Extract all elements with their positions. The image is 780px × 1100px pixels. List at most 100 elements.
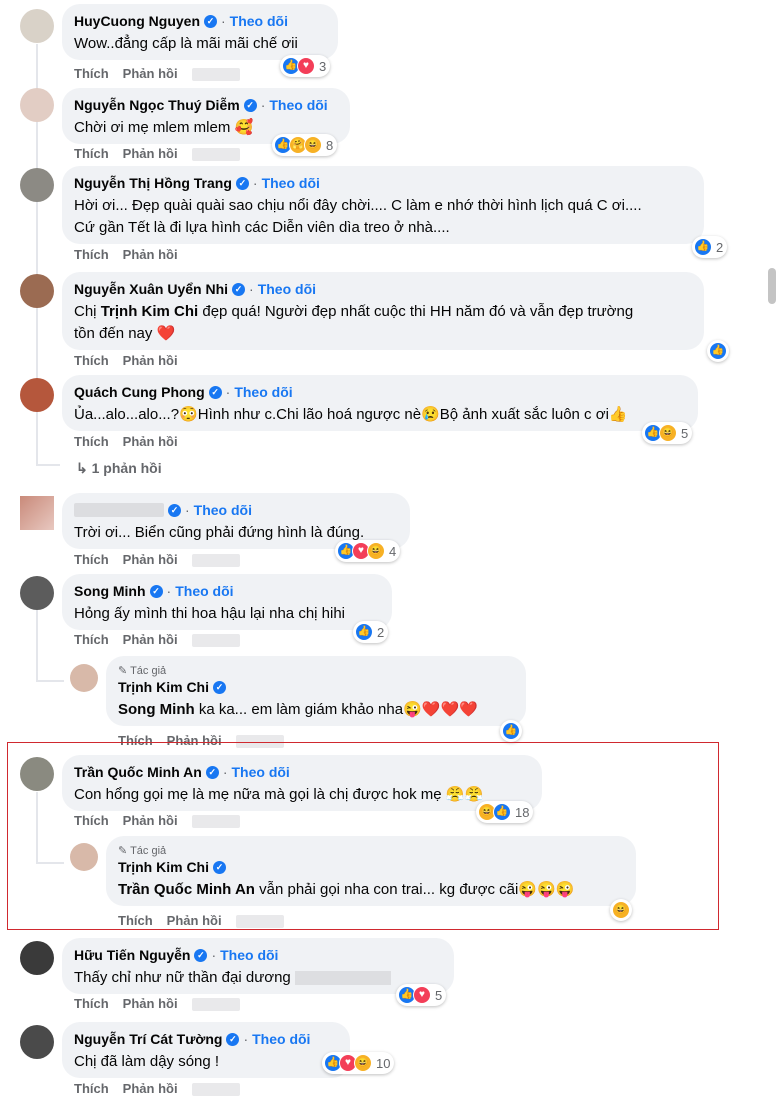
verified-icon: ✓ [208,385,222,399]
commenter-name[interactable]: Nguyễn Ngọc Thuý Diễm [74,96,240,114]
reply-button[interactable]: Phản hồi [123,247,178,262]
commenter-name[interactable]: Trần Quốc Minh An [74,763,202,781]
author-badge: ✎ Tác giả [118,845,167,857]
avatar[interactable] [20,88,54,122]
timestamp [191,815,240,829]
commenter-name[interactable]: Quách Cung Phong [74,383,205,401]
commenter-name[interactable]: Song Minh [74,582,146,600]
comment-actions: Thích Phản hồi [74,632,254,648]
reply-button[interactable]: Phản hồi [123,996,178,1011]
verified-icon: ✓ [194,948,208,962]
avatar[interactable] [20,576,54,610]
reply-arrow-icon: ↳ [76,460,92,476]
comment-text: Hỏng ấy mình thi hoa hậu lại nha chị hih… [74,605,346,622]
pencil-icon: ✎ [118,665,131,677]
like-button[interactable]: Thích [74,247,109,262]
comment-text: Song Minh ka ka... em làm giám khảo nha😜… [118,701,478,718]
reply-button[interactable]: Phản hồi [123,66,178,81]
like-button[interactable]: Thích [74,996,109,1011]
reply-button[interactable]: Phản hồi [123,632,178,647]
avatar[interactable] [20,168,54,202]
comment-actions: Thích Phản hồi [74,434,192,449]
follow-button[interactable]: Theo dõi [175,582,233,600]
reaction-summary[interactable]: 😆 👍 18 [476,801,534,823]
follow-button[interactable]: Theo dõi [230,12,288,30]
verified-icon: ✓ [213,680,226,694]
commenter-name[interactable]: Hữu Tiến Nguyễn [74,946,190,964]
follow-button[interactable]: Theo dõi [252,1030,310,1048]
reaction-summary[interactable]: 👍 2 [353,621,389,643]
mention-link[interactable]: Trần Quốc Minh An [118,881,255,898]
avatar[interactable] [20,941,54,975]
reply-button[interactable]: Phản hồi [123,552,178,567]
comment-bubble: Nguyễn Thị Hồng Trang ✓ · Theo dõi Hời ơi..… [62,166,704,244]
reply-button[interactable]: Phản hồi [123,813,178,828]
follow-button[interactable]: Theo dõi [194,501,252,519]
verified-icon: ✓ [232,282,246,296]
follow-button[interactable]: Theo dõi [220,946,278,964]
reaction-summary[interactable]: 👍 [500,720,522,742]
like-button[interactable]: Thích [118,913,153,928]
reaction-summary[interactable]: 👍 ♥ 5 [396,984,447,1006]
reaction-summary[interactable]: 👍 [707,340,729,362]
avatar[interactable] [20,757,54,791]
avatar[interactable] [20,274,54,308]
commenter-name[interactable]: Nguyễn Thị Hồng Trang [74,174,232,192]
commenter-name[interactable] [74,503,164,517]
timestamp [191,148,240,162]
like-button[interactable]: Thích [74,1081,109,1096]
like-button[interactable]: Thích [74,813,109,828]
follow-button[interactable]: Theo dõi [269,96,327,114]
avatar[interactable] [70,664,98,692]
comment-text: Chị Trịnh Kim Chi đẹp quá! Người đẹp nhấ… [74,303,634,320]
commenter-name[interactable]: Trịnh Kim Chi [118,858,209,876]
commenter-name[interactable]: Nguyễn Trí Cát Tường [74,1030,222,1048]
follow-button[interactable]: Theo dõi [258,280,316,298]
comment-actions: Thích Phản hồi [74,552,254,568]
reaction-summary[interactable]: 👍 🤗 😆 8 [272,134,338,156]
commenter-name[interactable]: Nguyễn Xuân Uyển Nhi [74,280,228,298]
like-icon: 👍 [502,722,520,740]
timestamp [191,68,240,82]
reply-button[interactable]: Phản hồi [123,353,178,368]
mention-link[interactable]: Song Minh [118,701,195,718]
view-replies-link[interactable]: ↳ 1 phản hồi [76,460,162,477]
reply-button[interactable]: Phản hồi [123,146,178,161]
like-button[interactable]: Thích [74,66,109,81]
reply-button[interactable]: Phản hồi [123,434,178,449]
follow-button[interactable]: Theo dõi [262,174,320,192]
like-button[interactable]: Thích [74,632,109,647]
like-icon: 👍 [493,803,511,821]
reaction-summary[interactable]: 👍 ♥ 😆 10 [322,1052,395,1074]
follow-button[interactable]: Theo dõi [231,763,289,781]
commenter-name[interactable]: Trịnh Kim Chi [118,678,209,696]
like-button[interactable]: Thích [74,353,109,368]
like-button[interactable]: Thích [74,552,109,567]
avatar[interactable] [20,9,54,43]
comment-bubble: Nguyễn Xuân Uyển Nhi ✓ · Theo dõi Chị Trịnh… [62,272,704,350]
reaction-summary[interactable]: 😆 [610,899,632,921]
scrollbar-thumb[interactable] [768,268,776,304]
like-button[interactable]: Thích [74,434,109,449]
reaction-summary[interactable]: 👍 ♥ 3 [280,55,331,77]
reply-button[interactable]: Phản hồi [167,913,222,928]
comment-actions: Thích Phản hồi [74,66,254,82]
reaction-summary[interactable]: 👍 😆 5 [642,422,693,444]
avatar[interactable] [20,1025,54,1059]
reply-button[interactable]: Phản hồi [123,1081,178,1096]
follow-button[interactable]: Theo dõi [234,383,292,401]
comment-bubble: Quách Cung Phong ✓ · Theo dõi Ủa...alo...al… [62,375,698,431]
like-icon: 👍 [694,238,712,256]
like-button[interactable]: Thích [74,146,109,161]
love-icon: ♥ [413,986,431,1004]
avatar[interactable] [70,843,98,871]
comment-actions: Thích Phản hồi [74,996,254,1012]
reaction-summary[interactable]: 👍 ♥ 😆 4 [335,540,401,562]
pencil-icon: ✎ [118,845,131,857]
commenter-name[interactable]: HuyCuong Nguyen [74,12,200,30]
avatar[interactable] [20,496,54,530]
haha-icon: 😆 [304,136,322,154]
avatar[interactable] [20,378,54,412]
reaction-summary[interactable]: 👍 2 [692,236,728,258]
mention-link[interactable]: Trịnh Kim Chi [101,303,199,320]
